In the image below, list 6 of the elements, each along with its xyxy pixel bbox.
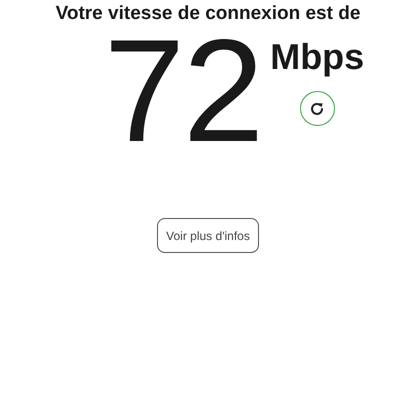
refresh-button[interactable] [300,91,335,126]
heading: Votre vitesse de connexion est de [56,3,360,25]
refresh-icon [309,100,326,116]
speed-value: 72 [104,25,262,157]
speed-unit: Mbps [270,37,364,77]
more-info-button[interactable]: Voir plus d'infos [157,218,259,253]
